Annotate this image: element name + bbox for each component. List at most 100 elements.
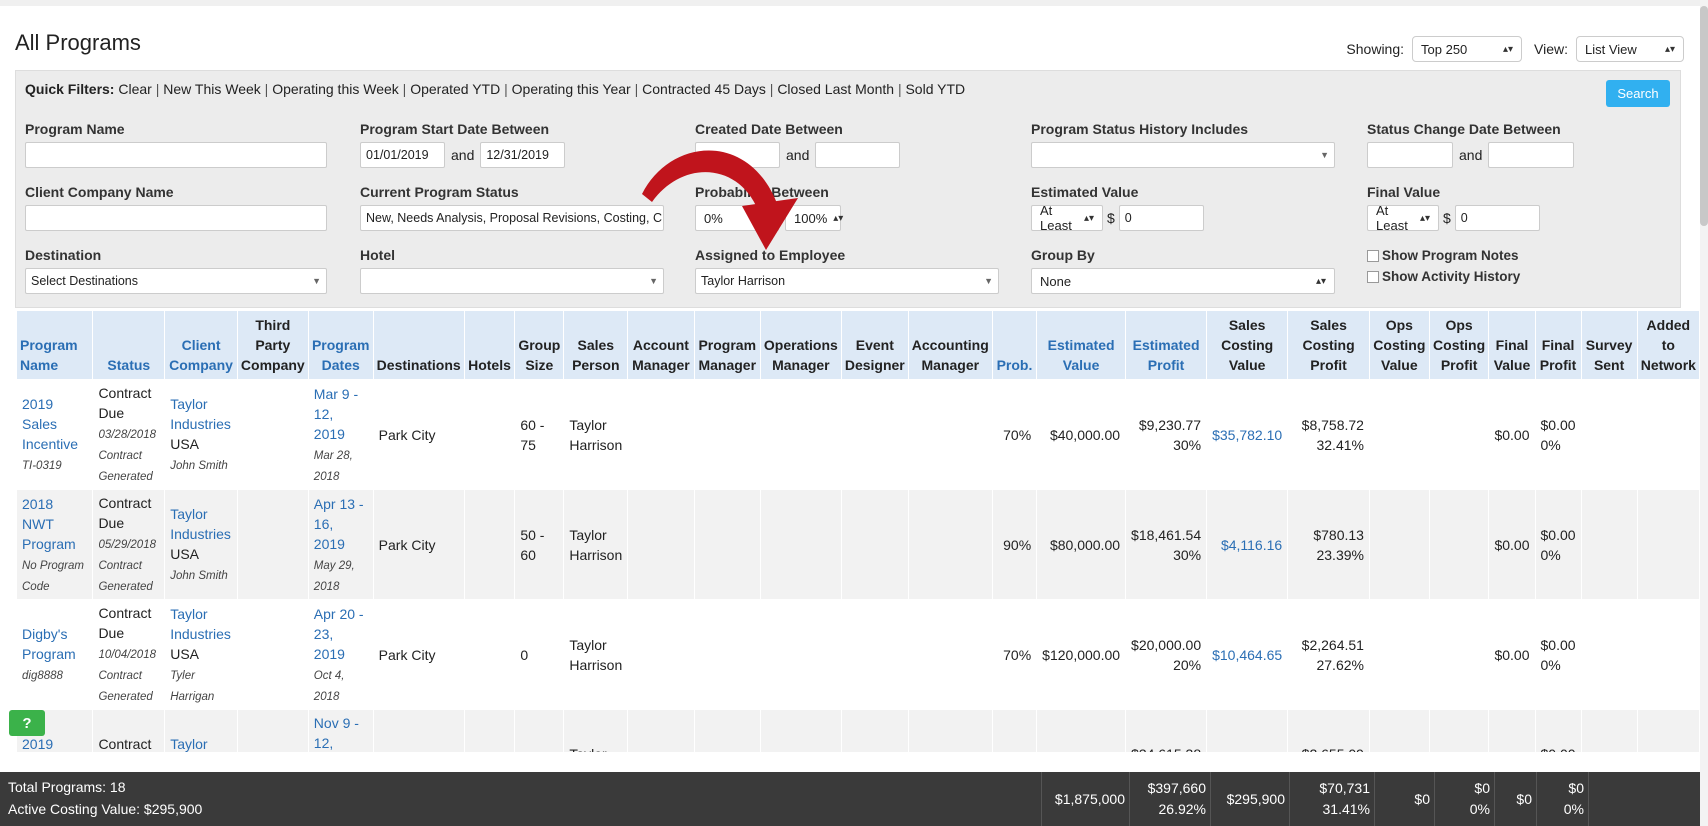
program-name-group: Program Name [25,121,327,168]
quick-filter-clear[interactable]: Clear [118,81,151,97]
col-estimated-value[interactable]: Estimated Value [1036,310,1127,380]
quick-filter-contracted-45-days[interactable]: Contracted 45 Days [642,81,766,97]
sales-person: Taylor Harrison [569,636,623,673]
client-company-link[interactable]: Taylor Industries [170,506,231,542]
status-note: Contract Generated [98,670,153,703]
program-manager-cell [693,709,761,752]
accounting-manager-cell [907,379,993,490]
operations-manager-cell [759,709,842,752]
created-date-to-input[interactable] [815,142,901,168]
quick-filter-new-this-week[interactable]: New This Week [163,81,261,97]
table-row[interactable]: 2019 Sales MeetingContract Due02/05/2019… [15,709,1700,752]
view-select[interactable]: List View ▴▾ [1576,36,1684,62]
chevron-down-icon: ▼ [1320,150,1329,160]
program-name-link[interactable]: 2019 Sales Incentive [22,396,78,452]
scrollbar[interactable] [1700,0,1708,826]
final-profit-pct: 0% [1540,656,1561,673]
final-value: $0.00 [1494,646,1530,663]
chevron-down-icon: ▼ [984,276,993,286]
status-date: 05/29/2018 [98,539,156,551]
col-estimated-profit[interactable]: Estimated Profit [1125,310,1208,380]
current-status-select[interactable]: New, Needs Analysis, Proposal Revisions,… [360,205,664,231]
final-value-input[interactable]: 0 [1454,205,1540,231]
start-date-to-input[interactable]: 12/31/2019 [480,142,566,168]
hotels-cell [463,599,516,710]
group-by-select[interactable]: None ▴▾ [1031,268,1335,294]
scrollbar-thumb[interactable] [1700,6,1708,226]
start-date-group: Program Start Date Between 01/01/2019 an… [360,121,566,168]
final-profit-pct: 0% [1540,546,1561,563]
updown-icon: ▴▾ [1502,43,1514,55]
destination-select[interactable]: Select Destinations ▼ [25,268,327,294]
program-name-link[interactable]: 2018 NWT Program [22,496,76,552]
show-activity-history-checkbox[interactable]: Show Activity History [1367,269,1520,284]
status-change-to-input[interactable] [1488,142,1575,168]
final-profit: $0.00 [1541,746,1576,752]
sales-costing-value-link[interactable]: $35,782.10 [1212,427,1282,443]
quick-filter-operated-ytd[interactable]: Operated YTD [410,81,500,97]
program-dates-link[interactable]: Apr 20 - 23, 2019 [314,606,364,662]
status-history-group: Program Status History Includes ▼ [1031,121,1335,168]
program-name-link[interactable]: 2019 Sales Meeting [22,736,72,752]
col-program-name[interactable]: Program Name [15,310,94,380]
program-manager-cell [693,379,761,490]
status-change-group: Status Change Date Between and [1367,121,1575,168]
table-row[interactable]: Digby's Program dig8888 Contract Due 10/04/… [15,599,1700,710]
search-button[interactable]: Search [1606,80,1670,107]
operations-manager-cell [759,599,842,710]
client-company-link[interactable]: Taylor Industries [170,606,231,642]
program-dates-link[interactable]: Mar 9 - 12, 2019 [314,386,358,442]
destination-text: Park City [378,646,436,663]
hotel-select[interactable]: ▼ [360,268,664,294]
help-button[interactable]: ? [9,710,45,736]
sales-person: Taylor Harrison [569,416,623,453]
active-costing-value: Active Costing Value: $295,900 [8,801,203,817]
chevron-down-icon: ▼ [649,276,658,286]
show-program-notes-checkbox[interactable]: Show Program Notes [1367,248,1520,263]
client-country: USA [170,436,200,452]
estimated-value-op-select[interactable]: At Least ▴▾ [1031,203,1103,233]
final-value-op-select[interactable]: At Least ▴▾ [1367,203,1439,233]
survey-sent-cell [1580,379,1638,490]
assigned-employee-select[interactable]: Taylor Harrison ▼ [695,268,999,294]
quick-filter-sold-ytd[interactable]: Sold YTD [905,81,965,97]
status-text: Contract Due [98,495,152,531]
client-contact: John Smith [170,460,228,472]
program-name-link[interactable]: Digby's Program [22,626,76,662]
col-client-company[interactable]: Client Company [164,310,238,380]
final-profit: $0.00 [1540,636,1576,653]
final-profit-pct: 0% [1540,436,1561,453]
client-company-link[interactable]: Taylor Industries [170,396,231,432]
table-row[interactable]: 2018 NWT Program No Program Code Contract … [15,489,1700,600]
client-company-link[interactable]: Taylor Industries [170,736,231,752]
created-date: Mar 28, 2018 [313,449,353,483]
totals-footer: Total Programs: 18 Active Costing Value:… [0,772,1700,826]
sales-costing-value-link[interactable]: $4,116.16 [1221,537,1282,553]
program-name-input[interactable] [25,142,327,168]
event-designer-cell [840,379,909,490]
sales-costing-value-link[interactable]: $10,464.65 [1212,647,1282,663]
col-status[interactable]: Status [92,310,166,380]
client-company-input[interactable] [25,205,327,231]
quick-filter-operating-this-week[interactable]: Operating this Week [272,81,399,97]
estimated-value-input[interactable]: 0 [1118,205,1204,231]
program-dates-link[interactable]: Nov 9 - 12, 2019 [314,715,359,752]
col-sales-person: Sales Person [563,310,629,380]
quick-filter-closed-last-month[interactable]: Closed Last Month [777,81,894,97]
col-group-size: Group Size [514,310,565,380]
status-note: Contract Generated [98,450,153,483]
quick-filter-operating-this-year[interactable]: Operating this Year [512,81,631,97]
status-change-from-input[interactable] [1367,142,1453,168]
annotation-arrow-icon [642,150,798,250]
program-dates-link[interactable]: Apr 13 - 16, 2019 [314,496,364,552]
status-text: Contract Due [98,605,152,641]
showing-select[interactable]: Top 250 ▴▾ [1412,36,1523,62]
col-program-dates[interactable]: Program Dates [307,310,374,380]
status-history-select[interactable]: ▼ [1031,142,1335,168]
accounting-manager-cell [907,709,993,752]
table-row[interactable]: 2019 Sales Incentive TI-0319 Contract Due 0… [15,379,1700,490]
col-prob[interactable]: Prob. [991,310,1038,380]
program-manager-cell [693,599,761,710]
start-date-from-input[interactable]: 01/01/2019 [360,142,445,168]
event-designer-cell [840,599,909,710]
